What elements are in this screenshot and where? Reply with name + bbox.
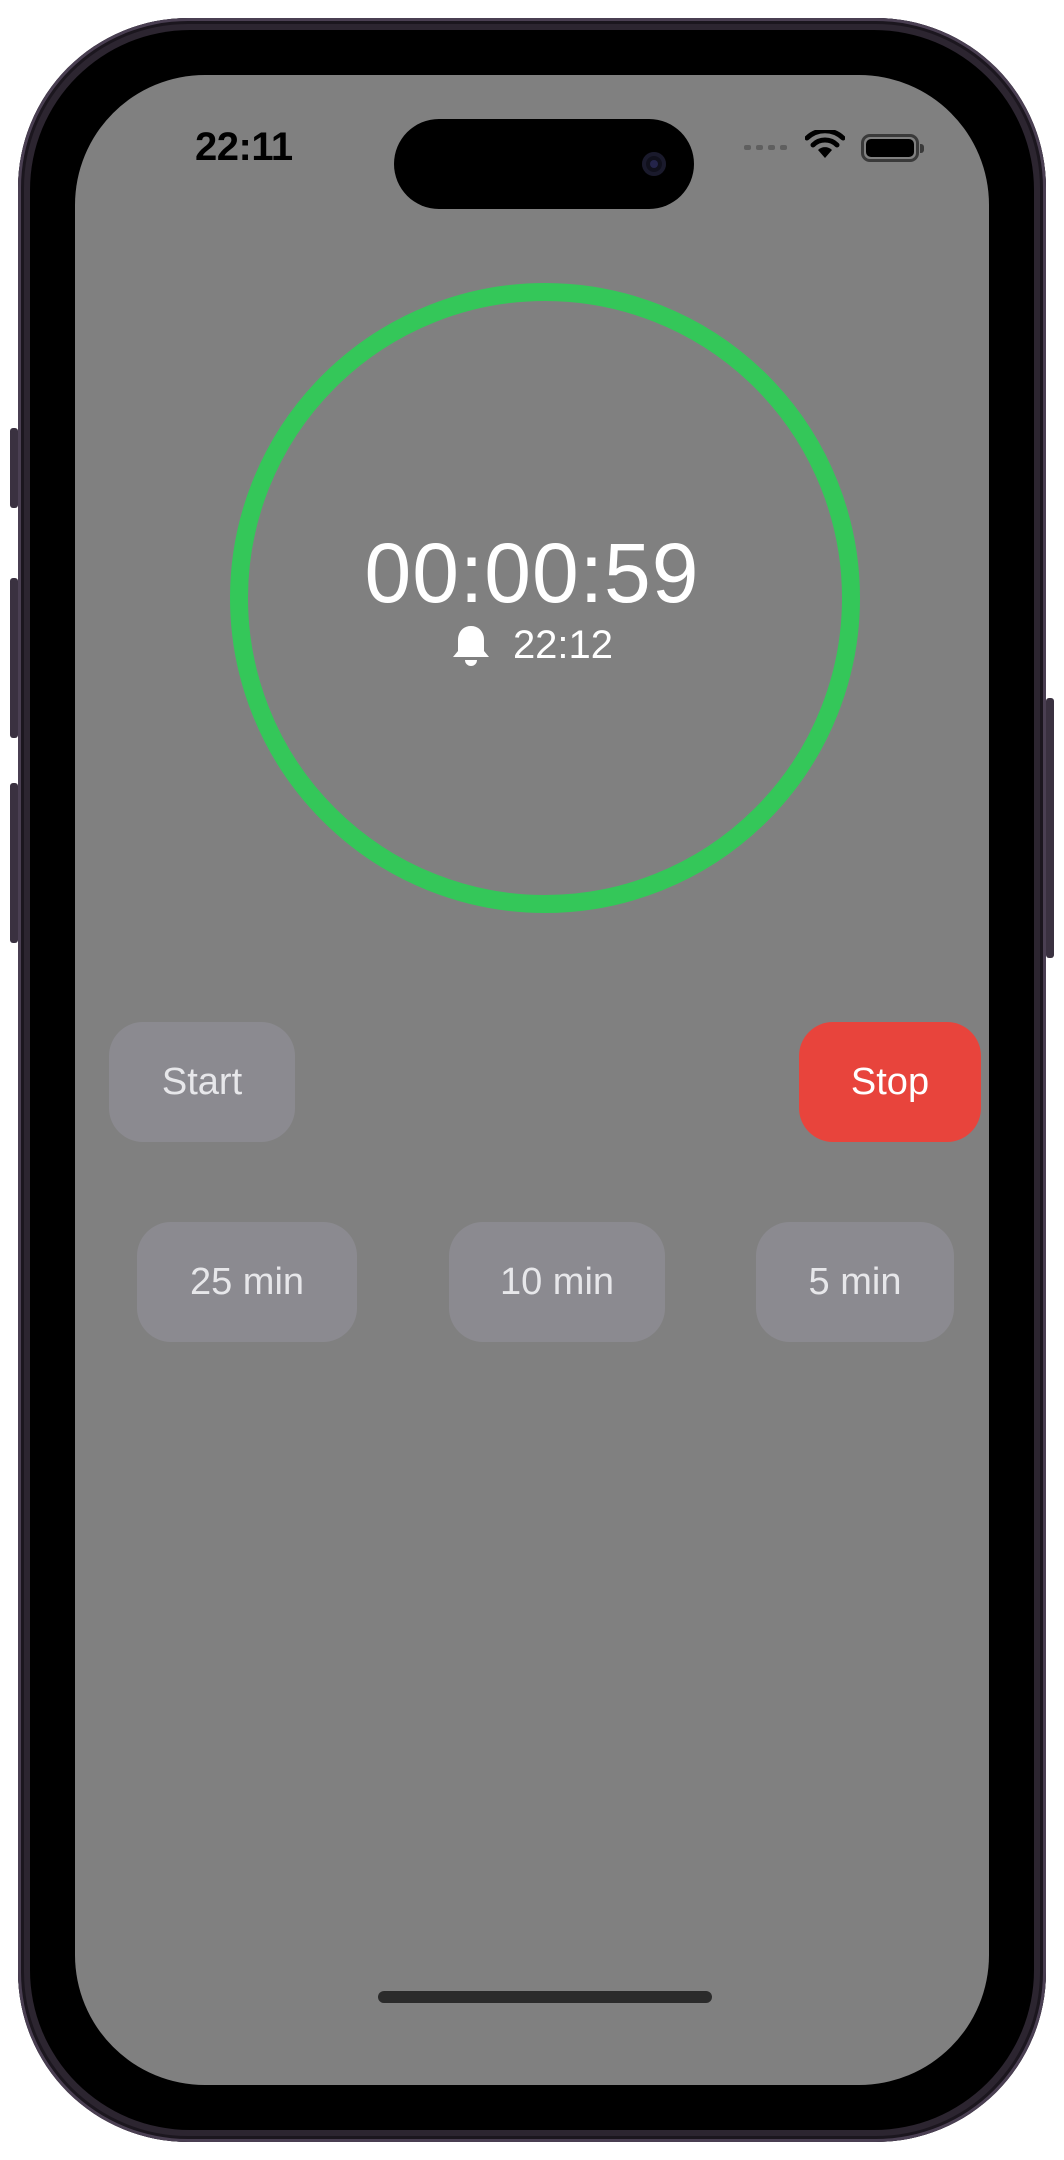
volume-up-button [10, 578, 18, 738]
status-bar-indicators [744, 128, 924, 165]
phone-frame: 22:11 00:00:59 22:12 Start Stop 25 min 1… [10, 18, 1054, 2142]
battery-icon [861, 133, 924, 162]
front-camera-icon [642, 152, 666, 176]
power-button [1046, 698, 1054, 958]
dynamic-island [394, 119, 694, 209]
alarm-time-label: 22:12 [512, 623, 614, 667]
preset-10-min-button[interactable]: 10 min [449, 1222, 665, 1342]
stop-button[interactable]: Stop [799, 1022, 981, 1142]
cellular-signal-icon [744, 145, 787, 150]
home-indicator[interactable] [378, 1991, 712, 2003]
wifi-icon [804, 128, 846, 165]
action-button [10, 428, 18, 508]
bell-icon [451, 624, 491, 668]
preset-5-min-button[interactable]: 5 min [756, 1222, 954, 1342]
preset-25-min-button[interactable]: 25 min [137, 1222, 357, 1342]
alarm-time-row: 22:12 [75, 623, 989, 668]
screen: 22:11 00:00:59 22:12 Start Stop 25 min 1… [75, 75, 989, 2085]
phone-bezel: 22:11 00:00:59 22:12 Start Stop 25 min 1… [30, 30, 1034, 2130]
volume-down-button [10, 783, 18, 943]
start-button[interactable]: Start [109, 1022, 295, 1142]
timer-countdown: 00:00:59 [364, 526, 700, 620]
status-bar-time: 22:11 [195, 125, 293, 169]
